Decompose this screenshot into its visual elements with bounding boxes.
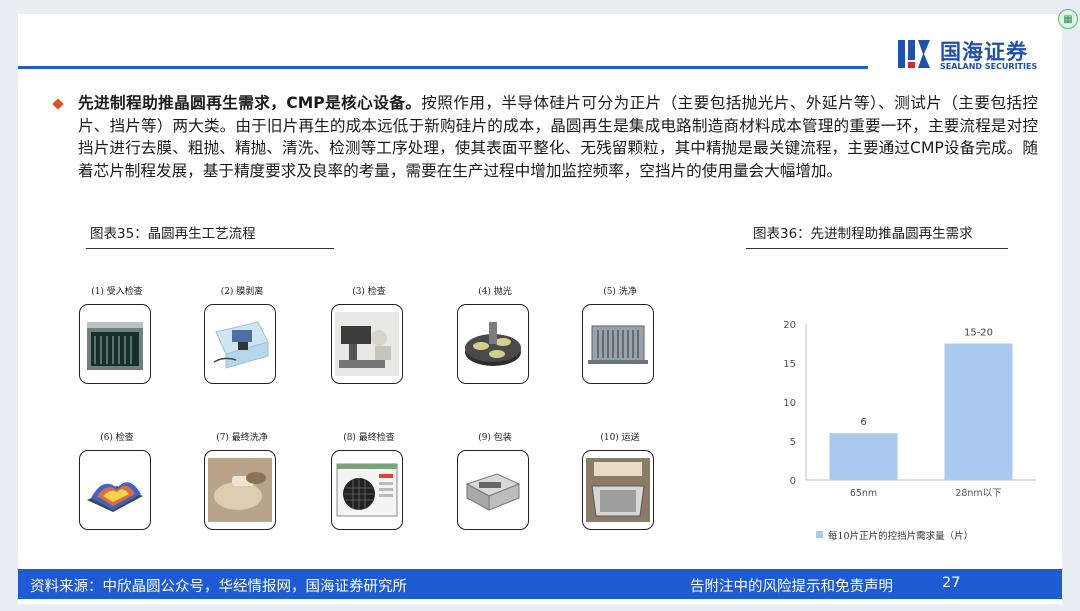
surface-map-icon [79,450,151,530]
intro-paragraph: 先进制程助推晶圆再生需求，CMP是核心设备。按照作用，半导体硅片可分为正片（主要… [78,92,1038,182]
logo-en-text: SEALAND SECURITIES [940,62,1038,71]
y-tick-label: 10 [783,398,796,409]
page-number: 27 [942,575,961,591]
step-label: (2) 膜剥离 [220,287,264,297]
reader-toolbar-icon[interactable]: ▦ [1058,9,1078,29]
y-tick-label: 20 [783,320,796,331]
step-label: (6) 检查 [100,433,134,443]
step-label: (5) 洗净 [603,287,637,297]
x-category-label: 65nm [850,488,877,499]
process-step-3: (3) 检查 [331,284,407,384]
bullet-diamond-icon [52,98,64,110]
y-tick-label: 5 [790,437,796,448]
step-label: (9) 包装 [478,433,512,443]
microscope-icon [331,304,403,384]
process-step-8: (8) 最终检查 [331,430,407,530]
process-step-7: (7) 最终洗净 [204,430,280,530]
step-label: (1) 受入检查 [91,287,143,297]
step-label: (10) 运送 [600,433,640,443]
bar-value-label: 15-20 [964,328,993,339]
polishing-pad-icon [457,304,529,384]
step-label: (7) 最终洗净 [216,433,268,443]
bar-value-label: 6 [860,417,866,428]
sealand-logo-icon [898,40,930,68]
bar-2 [944,343,1013,480]
slide: 国海证券 SEALAND SECURITIES 先进制程助推晶圆再生需求，CMP… [18,14,1062,604]
inspection-screen-icon [331,450,403,530]
process-step-10: (10) 运送 [582,430,658,530]
wafer-cassette-icon [79,304,151,384]
x-category-label: 28nm以下 [955,488,1001,499]
shipping-box-icon [582,450,654,530]
final-clean-icon [204,450,276,530]
step-label: (3) 检查 [352,287,386,297]
process-step-9: (9) 包装 [457,430,533,530]
legend-label: 每10片正片的控挡片需求量（片） [828,530,973,542]
figure36-title: 图表36：先进制程助推晶圆再生需求 [753,226,973,242]
step-label: (4) 抛光 [478,287,512,297]
process-step-1: (1) 受入检查 [79,284,155,384]
footer-disclaimer: 告附注中的风险提示和免责声明 [690,579,893,595]
y-tick-label: 0 [790,476,796,487]
figure36-rule [746,248,1008,249]
intro-lead: 先进制程助推晶圆再生需求，CMP是核心设备。 [78,94,422,112]
legend-swatch [816,531,823,538]
figure35-rule [86,248,334,249]
film-strip-tank-icon [204,304,276,384]
cleaning-rack-icon [582,304,654,384]
footer-source: 资料来源：中欣晶圆公众号，华经情报网，国海证券研究所 [30,579,407,595]
sealand-logo: 国海证券 SEALAND SECURITIES [896,36,1056,76]
y-tick-label: 15 [783,359,796,370]
control-wafer-demand-chart: 0 5 10 15 20 6 65nm 15-20 28nm以下每10片正片的控挡片需求量（片） [783,320,1036,542]
step-label: (8) 最终检查 [343,433,395,443]
process-step-2: (2) 膜剥离 [204,284,280,384]
process-step-5: (5) 洗净 [582,284,658,384]
footer-bar: 资料来源：中欣晶圆公众号，华经情报网，国海证券研究所 告附注中的风险提示和免责声… [18,569,1062,599]
process-step-6: (6) 检查 [79,430,155,530]
process-step-4: (4) 抛光 [457,284,533,384]
packaging-box-icon [457,450,529,530]
bar-1 [829,433,898,480]
figure35-title: 图表35：晶圆再生工艺流程 [90,226,256,242]
header-rule [18,66,868,69]
